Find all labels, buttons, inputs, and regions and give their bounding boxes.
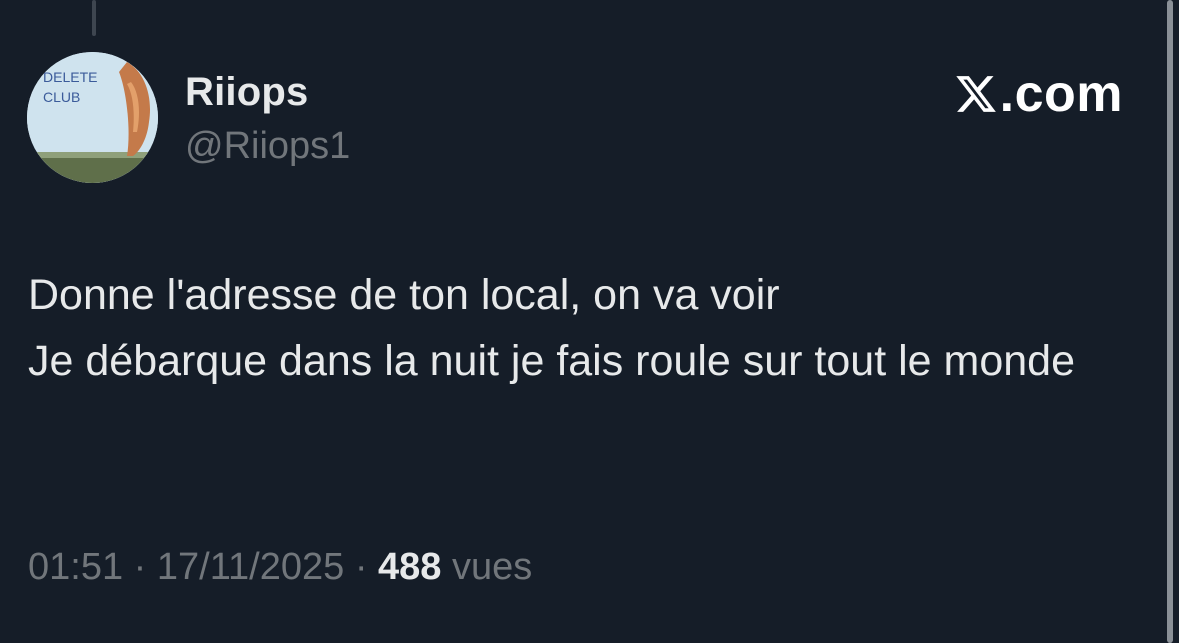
meta-separator: · [133,546,147,588]
author-display-name[interactable]: Riiops [185,70,308,115]
views-count: 488 [378,546,442,588]
scrollbar[interactable] [1167,0,1173,643]
avatar-image: DELETE CLUB [27,52,158,183]
avatar[interactable]: DELETE CLUB [27,52,158,183]
author-handle[interactable]: @Riiops1 [185,125,350,168]
svg-text:CLUB: CLUB [43,89,80,105]
thread-connector-line [92,0,96,36]
meta-separator: · [354,546,368,588]
tweet-time[interactable]: 01:51 [28,546,123,588]
brand-label: .com [999,65,1123,123]
tweet-text: Donne l'adresse de ton local, on va voir… [28,271,1075,385]
tweet-meta: 01:51 · 17/11/2025 · 488 vues [28,546,532,589]
x-logo-icon [955,76,996,112]
brand-watermark: .com [954,64,1123,124]
svg-text:DELETE: DELETE [43,69,97,85]
tweet-date[interactable]: 17/11/2025 [157,546,344,588]
views-label: vues [452,546,533,588]
